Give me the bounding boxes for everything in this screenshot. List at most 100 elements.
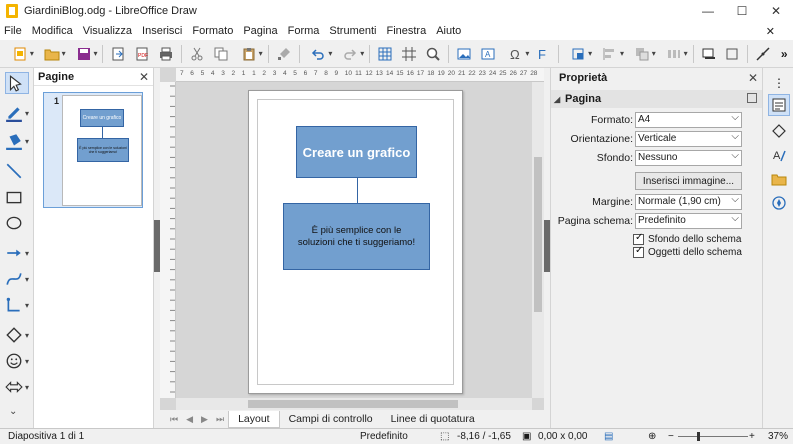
orientation-select[interactable]: Verticale (635, 130, 742, 147)
redo-button[interactable] (336, 44, 364, 64)
rectangle-tool[interactable] (5, 186, 31, 208)
special-character-button[interactable]: Ω (502, 44, 530, 64)
symbol-shapes-tool[interactable]: ▾ (5, 350, 31, 372)
menu-pagina[interactable]: Pagina (243, 25, 277, 37)
body-shape[interactable]: È più semplice con le soluzioni che ti s… (283, 203, 430, 270)
zoom-out-button[interactable]: − (668, 431, 674, 442)
tab-linee-di-quotatura[interactable]: Linee di quotatura (382, 411, 484, 427)
fontwork-button[interactable]: F (533, 44, 553, 64)
connectors-tool[interactable]: ▾ (5, 294, 31, 316)
select-tool[interactable] (5, 72, 29, 94)
master-objects-checkbox[interactable]: Oggetti dello schema (633, 245, 742, 259)
distribute-button[interactable] (660, 44, 688, 64)
menu-aiuto[interactable]: Aiuto (436, 25, 461, 37)
master-background-checkbox[interactable]: Sfondo dello schema (633, 232, 741, 246)
copy-button[interactable] (211, 44, 231, 64)
clone-formatting-button[interactable] (274, 44, 294, 64)
shadow-button[interactable] (699, 44, 719, 64)
insert-image-button[interactable]: Inserisci immagine... (635, 172, 742, 190)
first-tab-icon[interactable]: ⏮ (170, 414, 178, 425)
prev-tab-icon[interactable]: ◀ (186, 414, 193, 425)
line-color-tool[interactable]: ▾ (5, 102, 31, 124)
minimize-button[interactable]: — (691, 0, 725, 22)
horizontal-scrollbar[interactable] (176, 398, 532, 410)
save-button[interactable] (70, 44, 98, 64)
menu-finestra[interactable]: Finestra (386, 25, 426, 37)
basic-shapes-tool[interactable]: ▾ (5, 324, 31, 346)
crop-button[interactable] (722, 44, 742, 64)
curves-tool[interactable]: ▾ (5, 268, 31, 290)
tab-shapes[interactable] (768, 120, 790, 142)
background-select[interactable]: Nessuno (635, 149, 742, 166)
close-button[interactable]: ✕ (759, 0, 793, 22)
last-tab-icon[interactable]: ⏭ (216, 414, 224, 425)
new-document-button[interactable] (6, 44, 34, 64)
tab-campi-di-controllo[interactable]: Campi di controllo (280, 411, 382, 427)
collapse-triangle-icon: ◢ (554, 94, 561, 104)
line-tool[interactable] (5, 160, 31, 182)
title-shape[interactable]: Creare un grafico (296, 126, 417, 178)
page-section-header[interactable]: ◢ Pagina (551, 90, 763, 108)
master-page-select[interactable]: Predefinito (635, 212, 742, 229)
insert-image-button[interactable] (454, 44, 474, 64)
margin-select[interactable]: Normale (1,90 cm) (635, 193, 742, 210)
zoom-slider-track[interactable] (678, 436, 748, 437)
page-thumbnail-number: 1 (54, 96, 60, 106)
fit-page-icon[interactable]: ⊕ (648, 431, 656, 442)
align-button[interactable] (596, 44, 624, 64)
more-options-icon[interactable] (747, 93, 757, 103)
zoom-slider-thumb[interactable] (697, 432, 700, 441)
menu-forma[interactable]: Forma (288, 25, 320, 37)
toolbar-overflow-button[interactable]: » (777, 44, 791, 64)
sidebar-menu-button[interactable]: ⋮ (768, 72, 790, 94)
page-thumbnail[interactable]: Creare un grafico È più semplice con le … (62, 95, 142, 206)
points-button[interactable] (753, 44, 773, 64)
cut-button[interactable] (187, 44, 207, 64)
tab-navigator[interactable] (768, 192, 790, 214)
zoom-button[interactable] (423, 44, 443, 64)
tab-gallery[interactable] (768, 168, 790, 190)
horizontal-scroll-thumb[interactable] (248, 400, 458, 408)
more-tools-button[interactable]: ⌄ (5, 402, 31, 420)
ruler-tick-label: 5 (200, 70, 205, 77)
export-pdf-button[interactable]: PDF (132, 44, 152, 64)
lines-arrows-tool[interactable]: ▾ (5, 242, 31, 264)
export-button[interactable] (108, 44, 128, 64)
paste-button[interactable] (235, 44, 263, 64)
menu-inserisci[interactable]: Inserisci (142, 25, 182, 37)
block-arrows-tool[interactable]: ▾ (5, 376, 31, 398)
transformations-button[interactable] (564, 44, 592, 64)
open-button[interactable] (38, 44, 66, 64)
zoom-in-button[interactable]: + (749, 431, 755, 442)
menu-modifica[interactable]: Modifica (32, 25, 73, 37)
grid-button[interactable] (375, 44, 395, 64)
next-tab-icon[interactable]: ▶ (201, 414, 208, 425)
arrange-button[interactable] (628, 44, 656, 64)
vertical-ruler[interactable] (160, 82, 176, 398)
fill-color-tool[interactable]: ▾ (5, 130, 31, 152)
menu-formato[interactable]: Formato (192, 25, 233, 37)
close-document-icon[interactable]: ✕ (766, 25, 775, 38)
tab-properties[interactable] (768, 94, 790, 116)
textbox-icon: A (481, 48, 495, 59)
print-button[interactable] (156, 44, 176, 64)
ellipse-tool[interactable] (5, 212, 31, 234)
vertical-scrollbar[interactable] (532, 82, 544, 398)
tab-layout[interactable]: Layout (228, 410, 280, 428)
undo-button[interactable] (305, 44, 333, 64)
zoom-level[interactable]: 37% (768, 431, 788, 442)
horizontal-ruler[interactable]: 7 6 5 4 3 2 1 1 2 3 4 5 6 7 8 9 10 11 12 13 14 15 16 17 18 19 20 21… (176, 68, 544, 82)
menu-strumenti[interactable]: Strumenti (329, 25, 376, 37)
menu-file[interactable]: File (4, 25, 22, 37)
menu-visualizza[interactable]: Visualizza (83, 25, 132, 37)
insert-textbox-button[interactable]: A (478, 44, 498, 64)
close-properties-icon[interactable]: ✕ (748, 71, 758, 85)
folder-icon (44, 49, 60, 60)
shape-connector-line[interactable] (357, 178, 358, 203)
tab-styles[interactable]: A (768, 144, 790, 166)
vertical-scroll-thumb[interactable] (534, 157, 542, 312)
maximize-button[interactable]: ☐ (725, 0, 759, 22)
close-pages-panel-icon[interactable]: ✕ (139, 70, 149, 84)
helplines-button[interactable] (399, 44, 419, 64)
format-select[interactable]: A4 (635, 111, 742, 128)
